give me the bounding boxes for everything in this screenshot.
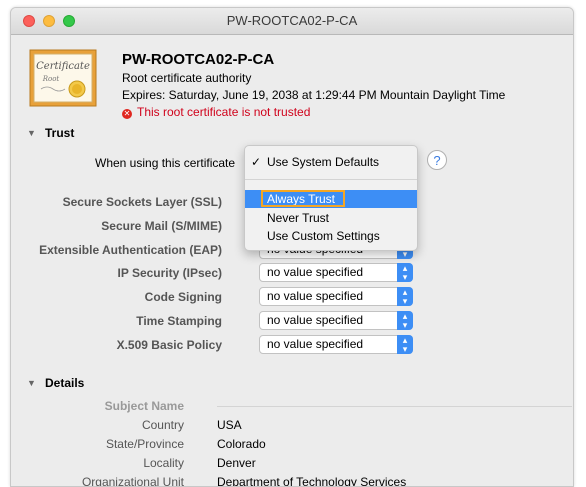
title-bar[interactable]: PW-ROOTCA02-P-CA	[11, 8, 573, 35]
detail-value-country: USA	[217, 418, 242, 432]
when-using-label: When using this certificate	[95, 156, 236, 170]
detail-value-org-unit: Department of Technology Services	[217, 475, 407, 487]
detail-value-locality: Denver	[217, 456, 256, 470]
untrusted-warning-text: This root certificate is not trusted	[137, 105, 311, 119]
menu-item-never-trust[interactable]: Never Trust	[245, 209, 417, 227]
menu-item-use-system-defaults[interactable]: ✓ Use System Defaults	[245, 153, 417, 171]
disclosure-triangle-icon: ▼	[27, 378, 36, 388]
certificate-type: Root certificate authority	[122, 71, 252, 85]
detail-label-org-unit: Organizational Unit	[81, 475, 184, 487]
stepper-icon: ▴▾	[397, 263, 413, 282]
help-button[interactable]: ?	[427, 150, 447, 170]
stepper-icon: ▴▾	[397, 287, 413, 306]
untrusted-warning: ✕ This root certificate is not trusted	[122, 105, 310, 119]
stepper-icon: ▴▾	[397, 311, 413, 330]
detail-value-state: Colorado	[217, 437, 266, 451]
detail-label-state: State/Province	[105, 437, 184, 451]
certificate-name: PW-ROOTCA02-P-CA	[122, 51, 275, 68]
checkmark-icon: ✓	[251, 155, 262, 169]
detail-label-locality: Locality	[143, 456, 184, 470]
code-signing-select[interactable]: no value specified ▴ ▾	[259, 287, 413, 306]
menu-separator	[245, 179, 417, 180]
subject-name-header: Subject Name	[104, 399, 184, 413]
certificate-window: PW-ROOTCA02-P-CA Certificate Root PW-ROO…	[10, 7, 574, 487]
code-signing-select-value: no value specified	[267, 289, 364, 303]
detail-label-country: Country	[141, 418, 184, 432]
policy-label-smime: Secure Mail (S/MIME)	[101, 219, 222, 233]
subject-divider	[217, 406, 572, 407]
ipsec-select[interactable]: no value specified ▴ ▾	[259, 263, 413, 282]
details-section-toggle[interactable]: ▼ Details	[27, 376, 84, 390]
x509-select[interactable]: no value specified ▴ ▾	[259, 335, 413, 354]
policy-label-ipsec: IP Security (IPsec)	[117, 266, 223, 280]
svg-text:Root: Root	[42, 75, 60, 83]
svg-text:Certificate: Certificate	[36, 61, 90, 72]
details-header: Details	[45, 376, 85, 390]
window-title: PW-ROOTCA02-P-CA	[226, 13, 358, 28]
highlight-outline	[261, 190, 345, 207]
ipsec-select-value: no value specified	[267, 265, 364, 279]
error-icon: ✕	[122, 109, 132, 119]
policy-label-time-stamping: Time Stamping	[136, 314, 222, 328]
stepper-icon: ▴▾	[397, 335, 413, 354]
policy-label-eap: Extensible Authentication (EAP)	[39, 243, 222, 257]
disclosure-triangle-icon: ▼	[27, 128, 36, 138]
certificate-expiry: Expires: Saturday, June 19, 2038 at 1:29…	[122, 88, 506, 102]
menu-item-use-custom-settings[interactable]: Use Custom Settings	[245, 227, 417, 245]
trust-dropdown-menu: ✓ Use System Defaults Always Trust Never …	[244, 145, 418, 251]
policy-label-code-signing: Code Signing	[144, 290, 222, 304]
trust-header: Trust	[45, 126, 75, 140]
trust-section-toggle[interactable]: ▼ Trust	[27, 126, 74, 140]
menu-item-always-trust[interactable]: Always Trust	[245, 190, 417, 208]
policy-label-ssl: Secure Sockets Layer (SSL)	[62, 195, 222, 209]
time-stamping-select[interactable]: no value specified ▴ ▾	[259, 311, 413, 330]
x509-select-value: no value specified	[267, 337, 364, 351]
policy-label-x509: X.509 Basic Policy	[116, 338, 222, 352]
time-stamping-select-value: no value specified	[267, 313, 364, 327]
certificate-icon: Certificate Root	[29, 49, 97, 107]
